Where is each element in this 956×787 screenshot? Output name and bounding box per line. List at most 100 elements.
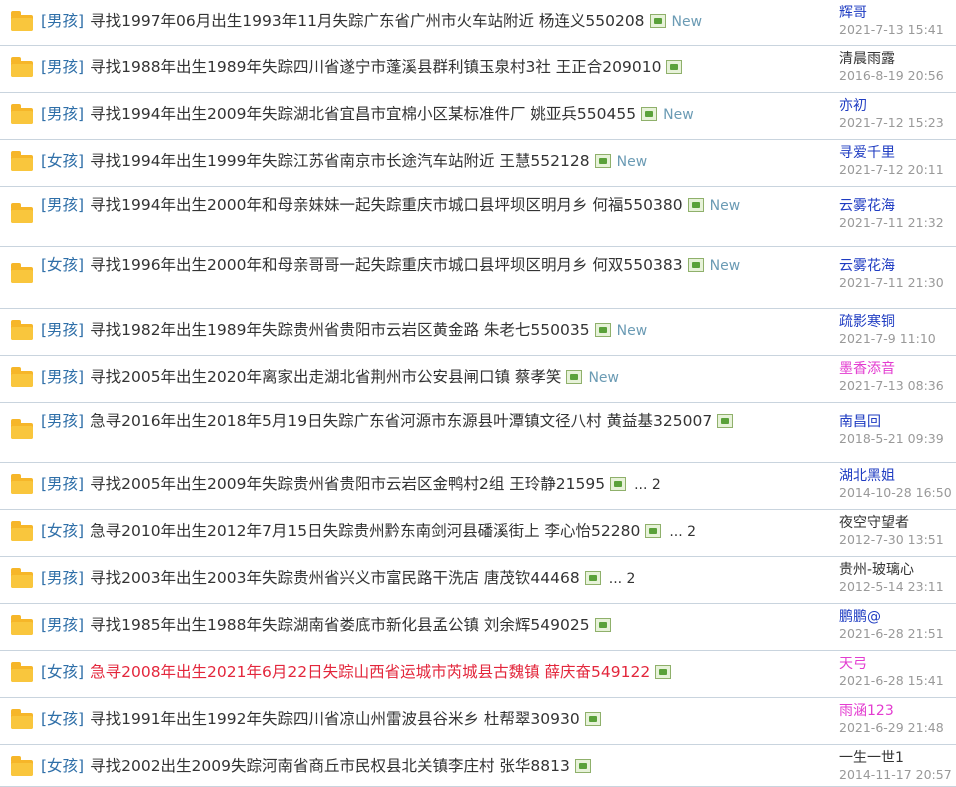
folder-icon [11,709,33,729]
thread-category-tag[interactable]: [男孩] [41,569,84,587]
author-link[interactable]: 南昌回 [839,413,956,431]
image-attachment-icon [594,618,611,632]
thread-row: [女孩] 寻找1994年出生1999年失踪江苏省南京市长途汽车站附近 王慧5521… [0,140,956,187]
folder-icon [11,57,33,77]
thread-category-tag[interactable]: [男孩] [41,412,84,430]
author-link[interactable]: 贵州-玻璃心 [839,561,956,579]
thread-category-tag[interactable]: [女孩] [41,710,84,728]
folder-icon [11,615,33,635]
folder-icon [11,11,33,31]
folder-icon [11,367,33,387]
thread-row: [女孩] 急寻2010年出生2012年7月15日失踪贵州黔东南剑河县磻溪街上 李心… [0,510,956,557]
thread-category-tag[interactable]: [男孩] [41,196,84,214]
author-info: 一生一世1 2014-11-17 20:57 [839,749,956,783]
author-link[interactable]: 鹏鹏@ [839,608,956,626]
thread-topic: [男孩] 寻找1994年出生2009年失踪湖北省宜昌市宜棉小区某标准件厂 姚亚兵5… [41,103,821,127]
author-link[interactable]: 寻爱千里 [839,144,956,162]
thread-title-link[interactable]: 急寻2010年出生2012年7月15日失踪贵州黔东南剑河县磻溪街上 李心怡522… [90,522,640,540]
page-link[interactable]: ... 2 [609,571,636,587]
image-attachment-icon [610,477,627,491]
folder-icon [11,756,33,776]
thread-category-tag[interactable]: [男孩] [41,12,84,30]
thread-topic: [女孩] 寻找1996年出生2000年和母亲哥哥一起失踪重庆市城口县坪坝区明月乡 … [41,254,821,278]
thread-title-link[interactable]: 寻找1994年出生2009年失踪湖北省宜昌市宜棉小区某标准件厂 姚亚兵55045… [90,105,636,123]
thread-row: [女孩] 寻找2002出生2009失踪河南省商丘市民权县北关镇李庄村 张华8813… [0,745,956,787]
page-link[interactable]: ... 2 [634,477,661,493]
image-attachment-icon [584,571,601,585]
post-date: 2012-5-14 23:11 [839,579,944,594]
thread-title-link[interactable]: 寻找1982年出生1989年失踪贵州省贵阳市云岩区黄金路 朱老七550035 [90,321,590,339]
author-info: 天弓 2021-6-28 15:41 [839,655,956,689]
thread-row: [男孩] 寻找1988年出生1989年失踪四川省遂宁市蓬溪县群利镇玉泉村3社 王正… [0,46,956,93]
thread-row: [女孩] 寻找1996年出生2000年和母亲哥哥一起失踪重庆市城口县坪坝区明月乡 … [0,247,956,309]
image-attachment-icon [649,14,666,28]
author-link[interactable]: 一生一世1 [839,749,956,767]
thread-title-link[interactable]: 寻找2003年出生2003年失踪贵州省兴义市富民路干洗店 唐茂钦44468 [90,569,580,587]
author-info: 贵州-玻璃心 2012-5-14 23:11 [839,561,956,595]
author-info: 云雾花海 2021-7-11 21:30 [839,257,956,291]
author-link[interactable]: 湖北黑姐 [839,467,956,485]
folder-icon [11,203,33,223]
thread-title-link[interactable]: 急寻2008年出生2021年6月22日失踪山西省运城市芮城县古魏镇 薛庆奋549… [90,663,650,681]
thread-title-link[interactable]: 寻找1991年出生1992年失踪四川省凉山州雷波县谷米乡 杜帮翠30930 [90,710,580,728]
thread-category-tag[interactable]: [男孩] [41,368,84,386]
thread-category-tag[interactable]: [男孩] [41,58,84,76]
post-date: 2014-10-28 16:50 [839,485,952,500]
thread-row: [男孩] 寻找2003年出生2003年失踪贵州省兴义市富民路干洗店 唐茂钦4446… [0,557,956,604]
image-attachment-icon [655,665,672,679]
author-info: 湖北黑姐 2014-10-28 16:50 [839,467,956,501]
author-link[interactable]: 清晨雨露 [839,50,956,68]
author-link[interactable]: 云雾花海 [839,197,956,215]
author-link[interactable]: 雨涵123 [839,702,956,720]
author-link[interactable]: 云雾花海 [839,257,956,275]
author-info: 寻爱千里 2021-7-12 20:11 [839,144,956,178]
thread-title-link[interactable]: 寻找1994年出生2000年和母亲妹妹一起失踪重庆市城口县坪坝区明月乡 何福55… [90,196,683,214]
image-attachment-icon [666,60,683,74]
author-link[interactable]: 墨香添音 [839,360,956,378]
thread-title-link[interactable]: 寻找1988年出生1989年失踪四川省遂宁市蓬溪县群利镇玉泉村3社 王正合209… [90,58,661,76]
thread-topic: [女孩] 寻找1994年出生1999年失踪江苏省南京市长途汽车站附近 王慧5521… [41,150,821,174]
thread-title-link[interactable]: 寻找2005年出生2009年失踪贵州省贵阳市云岩区金鸭村2组 王玲静21595 [90,475,605,493]
thread-topic: [男孩] 寻找1994年出生2000年和母亲妹妹一起失踪重庆市城口县坪坝区明月乡 … [41,194,821,218]
thread-topic: [男孩] 寻找1997年06月出生1993年11月失踪广东省广州市火车站附近 杨连… [41,10,821,34]
page-link[interactable]: ... 2 [669,524,696,540]
thread-title-link[interactable]: 寻找2002出生2009失踪河南省商丘市民权县北关镇李庄村 张华8813 [90,757,570,775]
thread-category-tag[interactable]: [女孩] [41,152,84,170]
folder-icon [11,474,33,494]
thread-topic: [男孩] 寻找1988年出生1989年失踪四川省遂宁市蓬溪县群利镇玉泉村3社 王正… [41,56,821,79]
author-link[interactable]: 辉哥 [839,4,956,22]
thread-category-tag[interactable]: [女孩] [41,522,84,540]
thread-category-tag[interactable]: [男孩] [41,616,84,634]
post-date: 2021-6-28 15:41 [839,673,944,688]
thread-topic: [女孩] 寻找1991年出生1992年失踪四川省凉山州雷波县谷米乡 杜帮翠3093… [41,708,821,731]
thread-category-tag[interactable]: [女孩] [41,663,84,681]
thread-row: [男孩] 寻找1994年出生2000年和母亲妹妹一起失踪重庆市城口县坪坝区明月乡 … [0,187,956,247]
thread-category-tag[interactable]: [男孩] [41,475,84,493]
author-link[interactable]: 亦初 [839,97,956,115]
thread-title-link[interactable]: 寻找1996年出生2000年和母亲哥哥一起失踪重庆市城口县坪坝区明月乡 何双55… [90,256,683,274]
thread-category-tag[interactable]: [男孩] [41,105,84,123]
thread-row: [男孩] 寻找2005年出生2009年失踪贵州省贵阳市云岩区金鸭村2组 王玲静21… [0,463,956,510]
thread-category-tag[interactable]: [女孩] [41,757,84,775]
thread-title-link[interactable]: 急寻2016年出生2018年5月19日失踪广东省河源市东源县叶潭镇文径八村 黄益… [90,412,712,430]
author-link[interactable]: 天弓 [839,655,956,673]
thread-row: [男孩] 寻找2005年出生2020年离家出走湖北省荆州市公安县闸口镇 蔡孝笑 Ne… [0,356,956,403]
new-badge: New [671,14,703,30]
post-date: 2012-7-30 13:51 [839,532,944,547]
thread-title-link[interactable]: 寻找1994年出生1999年失踪江苏省南京市长途汽车站附近 王慧552128 [90,152,590,170]
thread-topic: [男孩] 寻找2005年出生2009年失踪贵州省贵阳市云岩区金鸭村2组 王玲静21… [41,473,821,497]
image-attachment-icon [641,107,658,121]
folder-icon [11,263,33,283]
author-link[interactable]: 疏影寒铜 [839,313,956,331]
image-attachment-icon [566,370,583,384]
thread-title-link[interactable]: 寻找1985年出生1988年失踪湖南省娄底市新化县孟公镇 刘余辉549025 [90,616,590,634]
thread-title-link[interactable]: 寻找1997年06月出生1993年11月失踪广东省广州市火车站附近 杨连义550… [90,12,644,30]
thread-category-tag[interactable]: [男孩] [41,321,84,339]
image-attachment-icon [584,712,601,726]
thread-category-tag[interactable]: [女孩] [41,256,84,274]
thread-title-link[interactable]: 寻找2005年出生2020年离家出走湖北省荆州市公安县闸口镇 蔡孝笑 [90,368,561,386]
author-link[interactable]: 夜空守望者 [839,514,956,532]
folder-icon [11,521,33,541]
new-badge: New [663,107,694,123]
thread-topic: [男孩] 寻找1985年出生1988年失踪湖南省娄底市新化县孟公镇 刘余辉5490… [41,614,821,637]
